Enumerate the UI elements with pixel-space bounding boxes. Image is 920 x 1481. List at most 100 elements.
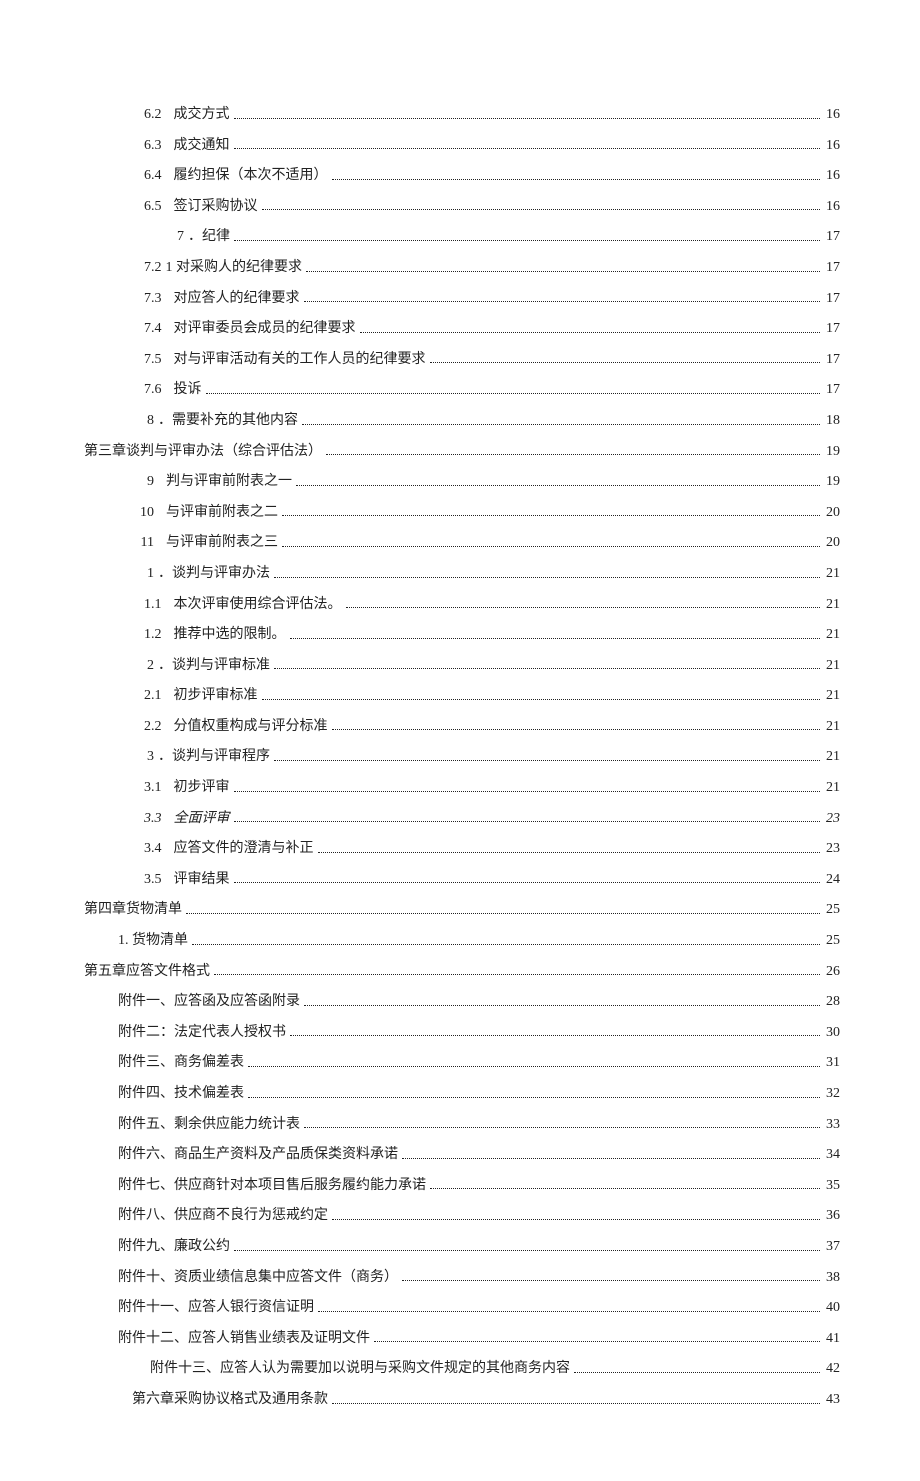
- toc-entry-page: 19: [824, 442, 840, 462]
- toc-leader-dots: [306, 270, 820, 272]
- toc-leader-dots: [332, 178, 821, 180]
- toc-leader-dots: [332, 1402, 820, 1404]
- toc-leader-dots: [318, 1310, 820, 1312]
- toc-entry-title: 本次评审使用综合评估法。: [162, 595, 342, 615]
- toc-entry-page: 21: [824, 564, 840, 584]
- toc-leader-dots: [318, 851, 821, 853]
- toc-leader-dots: [234, 820, 821, 822]
- toc-leader-dots: [234, 790, 821, 792]
- toc-entry-title: ．谈判与评审程序: [154, 747, 270, 767]
- toc-entry-title: 推荐中选的限制。: [162, 625, 286, 645]
- toc-entry-title: 附件十一、应答人银行资信证明: [114, 1298, 314, 1318]
- toc-entry-title: 对与评审活动有关的工作人员的纪律要求: [162, 350, 426, 370]
- toc-entry: 附件六、商品生产资料及产品质保类资料承诺34: [80, 1145, 840, 1165]
- toc-entry: 9判与评审前附表之一19: [80, 472, 840, 492]
- toc-entry-page: 16: [824, 166, 840, 186]
- toc-entry-page: 17: [824, 289, 840, 309]
- toc-entry-number: 1.2: [144, 625, 162, 645]
- toc-entry: 附件三、商务偏差表31: [80, 1053, 840, 1073]
- toc-entry-title: ．纪律: [184, 227, 230, 247]
- toc-entry-page: 21: [824, 625, 840, 645]
- toc-entry-number: 3.1: [144, 778, 162, 798]
- toc-entry: 8．需要补充的其他内容18: [80, 411, 840, 431]
- toc-entry-number: 9: [114, 472, 154, 492]
- toc-leader-dots: [402, 1279, 820, 1281]
- toc-entry: 附件九、廉政公约37: [80, 1237, 840, 1257]
- toc-entry-page: 18: [824, 411, 840, 431]
- toc-entry-page: 21: [824, 747, 840, 767]
- toc-entry-page: 24: [824, 870, 840, 890]
- toc-entry-title: 第四章货物清单: [80, 900, 182, 920]
- toc-entry-page: 21: [824, 686, 840, 706]
- toc-entry-number: 6.2: [144, 105, 162, 125]
- toc-entry-title: 签订采购协议: [162, 197, 258, 217]
- toc-entry-number: 3: [114, 747, 154, 767]
- toc-entry: 附件八、供应商不良行为惩戒约定36: [80, 1206, 840, 1226]
- toc-entry-title: 附件四、技术偏差表: [114, 1084, 244, 1104]
- toc-entry: 7.5对与评审活动有关的工作人员的纪律要求17: [80, 350, 840, 370]
- toc-leader-dots: [234, 881, 821, 883]
- toc-entry-page: 42: [824, 1359, 840, 1379]
- toc-entry-number: 6.4: [144, 166, 162, 186]
- toc-entry-page: 20: [824, 533, 840, 553]
- toc-leader-dots: [346, 606, 821, 608]
- toc-leader-dots: [262, 698, 821, 700]
- toc-leader-dots: [402, 1157, 820, 1159]
- toc-entry: 附件一、应答函及应答函附录28: [80, 992, 840, 1012]
- toc-entry-title: 投诉: [162, 380, 202, 400]
- toc-entry: 1.1本次评审使用综合评估法。21: [80, 595, 840, 615]
- toc-entry: 2．谈判与评审标准21: [80, 656, 840, 676]
- toc-entry-title: 应答文件的澄清与补正: [162, 839, 314, 859]
- toc-leader-dots: [234, 239, 820, 241]
- toc-leader-dots: [274, 759, 820, 761]
- toc-entry-number: 7.4: [144, 319, 162, 339]
- toc-entry-page: 31: [824, 1053, 840, 1073]
- toc-entry: 附件五、剩余供应能力统计表33: [80, 1115, 840, 1135]
- toc-entry-title: 对应答人的纪律要求: [162, 289, 300, 309]
- toc-entry-page: 37: [824, 1237, 840, 1257]
- toc-entry: 3．谈判与评审程序 21: [80, 747, 840, 767]
- toc-entry-page: 28: [824, 992, 840, 1012]
- toc-leader-dots: [430, 361, 821, 363]
- toc-entry-title: 初步评审: [162, 778, 230, 798]
- toc-entry-page: 25: [824, 900, 840, 920]
- toc-entry: 6.5签订采购协议16: [80, 197, 840, 217]
- toc-entry-page: 16: [824, 105, 840, 125]
- toc-entry: 7.4对评审委员会成员的纪律要求 17: [80, 319, 840, 339]
- toc-leader-dots: [282, 545, 820, 547]
- toc-entry-page: 21: [824, 656, 840, 676]
- toc-entry: 6.4履约担保（本次不适用）16: [80, 166, 840, 186]
- toc-entry-title: 对评审委员会成员的纪律要求: [162, 319, 356, 339]
- toc-entry-title: 成交通知: [162, 136, 230, 156]
- toc-leader-dots: [234, 147, 821, 149]
- toc-entry-number: 7.6: [144, 380, 162, 400]
- toc-entry-page: 25: [824, 931, 840, 951]
- toc-leader-dots: [274, 576, 820, 578]
- toc-entry-page: 36: [824, 1206, 840, 1226]
- toc-entry-number: 2.2: [144, 717, 162, 737]
- toc-entry-page: 21: [824, 595, 840, 615]
- toc-entry: 1. 货物清单25: [80, 931, 840, 951]
- toc-entry-title: 第六章采购协议格式及通用条款: [128, 1390, 328, 1410]
- toc-entry-title: 1 对采购人的纪律要求: [162, 258, 303, 278]
- toc-entry-page: 30: [824, 1023, 840, 1043]
- toc-entry: 1.2推荐中选的限制。 21: [80, 625, 840, 645]
- toc-entry-number: 7.2: [144, 258, 162, 278]
- toc-entry-number: 3.5: [144, 870, 162, 890]
- toc-entry-page: 23: [824, 809, 840, 829]
- toc-entry: 附件四、技术偏差表32: [80, 1084, 840, 1104]
- toc-entry-page: 17: [824, 319, 840, 339]
- toc-entry-page: 16: [824, 197, 840, 217]
- toc-entry-number: 2: [114, 656, 154, 676]
- toc-entry: 7.3对应答人的纪律要求17: [80, 289, 840, 309]
- toc-entry-title: 第五章应答文件格式: [80, 962, 210, 982]
- toc-entry-number: 3.3: [144, 809, 162, 829]
- toc-leader-dots: [234, 117, 821, 119]
- toc-leader-dots: [214, 973, 820, 975]
- toc-entry-page: 17: [824, 380, 840, 400]
- toc-entry: 3.3全面评审23: [80, 809, 840, 829]
- toc-entry-page: 41: [824, 1329, 840, 1349]
- toc-leader-dots: [304, 300, 821, 302]
- toc-entry: 6.3成交通知16: [80, 136, 840, 156]
- toc-leader-dots: [290, 637, 821, 639]
